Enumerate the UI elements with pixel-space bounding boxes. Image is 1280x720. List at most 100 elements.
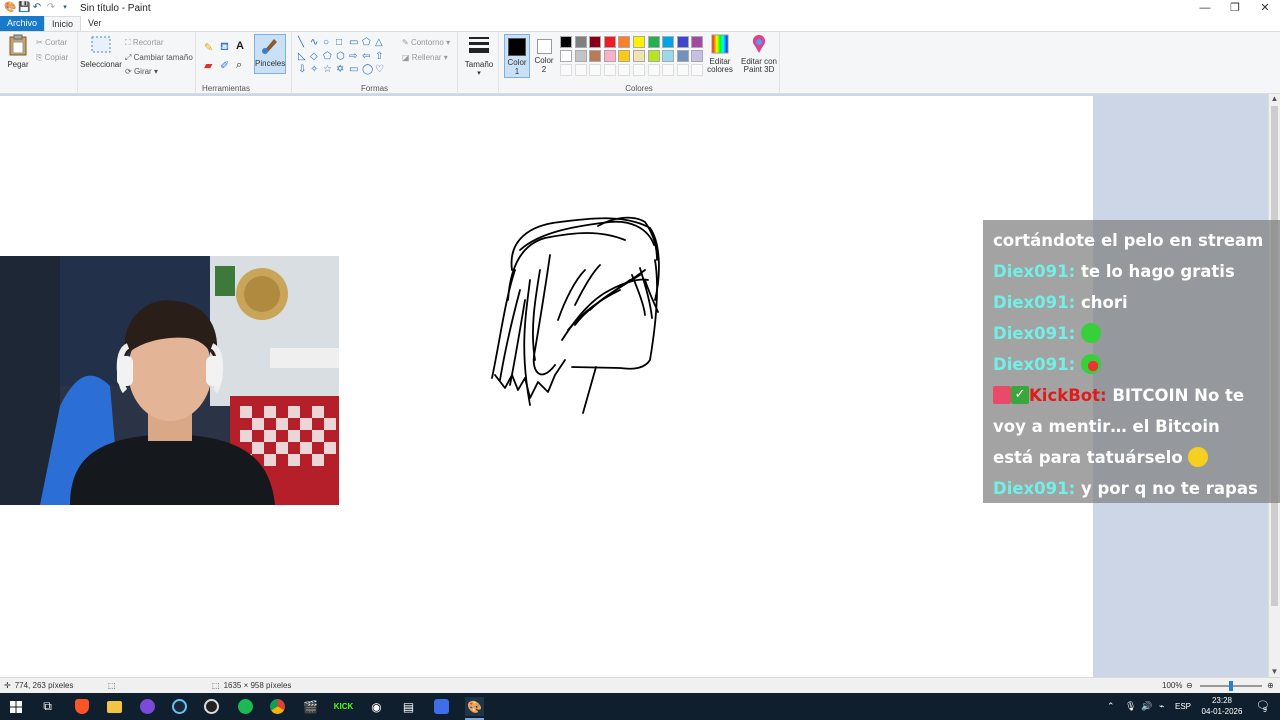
undo-icon[interactable]: ↶ [32, 3, 42, 13]
oval-shape-icon[interactable]: ○ [323, 38, 329, 48]
chevron-up-icon[interactable]: ⌃ [1107, 701, 1115, 712]
empty-palette-swatch[interactable] [676, 64, 689, 76]
redo-icon[interactable]: ↷ [46, 3, 56, 13]
clock-time[interactable]: 23:28 [1200, 696, 1244, 705]
save-icon[interactable]: 💾 [18, 3, 30, 13]
steam-icon[interactable] [170, 697, 189, 716]
right-triangle-shape-icon[interactable]: ◺ [298, 52, 306, 62]
close-button[interactable]: ✕ [1250, 0, 1280, 16]
streaming-app-icon[interactable] [138, 697, 157, 716]
palette-swatch[interactable] [662, 50, 675, 62]
app-icon[interactable]: 🎬 [301, 697, 320, 716]
palette-swatch[interactable] [603, 36, 616, 48]
resize-button[interactable]: ⤢ Cambiar tamaño [125, 53, 193, 63]
fill-bucket-icon[interactable]: ⛾ [220, 41, 229, 55]
spotify-icon[interactable] [236, 697, 255, 716]
chrome-icon[interactable] [268, 697, 287, 716]
empty-palette-swatch[interactable] [574, 64, 587, 76]
empty-palette-swatch[interactable] [603, 64, 616, 76]
diamond-shape-icon[interactable]: ◇ [310, 52, 318, 62]
palette-swatch[interactable] [574, 36, 587, 48]
text-tool-icon[interactable]: A [236, 40, 244, 52]
rectangle-shape-icon[interactable]: □ [336, 38, 342, 48]
clock-date[interactable]: 04-01-2026 [1200, 707, 1244, 716]
triangle-shape-icon[interactable]: △ [375, 38, 383, 48]
zoom-in-button[interactable]: ⊕ [1267, 681, 1274, 690]
copy-button[interactable]: ⎘ Copiar [36, 53, 68, 63]
palette-swatch[interactable] [560, 50, 572, 62]
palette-swatch[interactable] [647, 50, 660, 62]
empty-palette-swatch[interactable] [691, 64, 704, 76]
brushes-button[interactable]: Pinceles [254, 34, 286, 74]
app-icon[interactable]: ◉ [367, 697, 386, 716]
eraser-icon[interactable]: ▰ [204, 59, 212, 72]
palette-swatch[interactable] [691, 36, 704, 48]
file-explorer-icon[interactable] [105, 697, 124, 716]
color2-button[interactable]: Color 2 [533, 34, 555, 74]
down-arrow-shape-icon[interactable]: ⇩ [298, 65, 306, 75]
empty-palette-swatch[interactable] [589, 64, 602, 76]
up-arrow-shape-icon[interactable]: ⇧ [375, 52, 383, 62]
callout-oval-shape-icon[interactable]: ◯ [362, 65, 373, 75]
paint-taskbar-icon[interactable]: 🎨 [465, 697, 484, 716]
six-star-shape-icon[interactable]: ✡ [336, 65, 344, 75]
palette-swatch[interactable] [589, 36, 602, 48]
color-picker-icon[interactable]: ✐ [220, 59, 229, 72]
palette-swatch[interactable] [633, 50, 645, 62]
palette-swatch[interactable] [618, 50, 631, 62]
microphone-icon[interactable]: 🎙 [1125, 701, 1136, 712]
scroll-up-icon[interactable]: ▲ [1269, 94, 1280, 104]
outline-button[interactable]: ✎ Contorno ▾ [402, 38, 450, 47]
pentagon-shape-icon[interactable]: ⬠ [323, 52, 332, 62]
palette-swatch[interactable] [560, 36, 572, 48]
palette-swatch[interactable] [676, 36, 689, 48]
curve-shape-icon[interactable]: ∿ [310, 38, 318, 48]
empty-palette-swatch[interactable] [647, 64, 660, 76]
paint3d-button[interactable]: Editar con Paint 3D [739, 34, 779, 74]
palette-swatch[interactable] [618, 36, 631, 48]
task-view-icon[interactable]: ⧉ [38, 697, 57, 716]
cut-button[interactable]: ✂ Cortar [36, 38, 67, 47]
scroll-down-icon[interactable]: ▼ [1269, 667, 1280, 677]
empty-palette-swatch[interactable] [633, 64, 645, 76]
minimize-button[interactable]: — [1190, 0, 1220, 16]
palette-swatch[interactable] [603, 50, 616, 62]
size-button[interactable]: Tamaño ▾ [462, 34, 496, 77]
rounded-rectangle-shape-icon[interactable]: ▭ [349, 38, 358, 48]
palette-swatch[interactable] [633, 36, 645, 48]
line-shape-icon[interactable]: ╲ [298, 38, 304, 48]
hexagon-shape-icon[interactable]: ⬡ [336, 52, 345, 62]
brave-browser-icon[interactable] [72, 697, 91, 716]
left-arrow-shape-icon[interactable]: ⇦ [362, 52, 370, 62]
palette-swatch[interactable] [574, 50, 587, 62]
polygon-shape-icon[interactable]: ⬠ [362, 38, 371, 48]
heart-shape-icon[interactable]: ♡ [375, 65, 384, 75]
zoom-slider-thumb[interactable] [1229, 681, 1233, 691]
obs-icon[interactable] [202, 697, 221, 716]
start-button[interactable] [6, 697, 25, 716]
network-icon[interactable]: ⌁ [1159, 701, 1164, 712]
tab-archivo[interactable]: Archivo [0, 16, 45, 31]
magnifier-icon[interactable]: ⌕ [236, 59, 242, 72]
palette-swatch[interactable] [662, 36, 675, 48]
right-arrow-shape-icon[interactable]: ⇨ [349, 52, 357, 62]
volume-icon[interactable]: 🔊 [1141, 701, 1152, 712]
app-icon[interactable] [432, 697, 451, 716]
empty-palette-swatch[interactable] [618, 64, 631, 76]
chevron-down-icon[interactable]: ▾ [60, 3, 70, 13]
tab-inicio[interactable]: Inicio [44, 16, 82, 31]
language-indicator[interactable]: ESP [1175, 702, 1191, 711]
app-icon[interactable]: ▤ [399, 697, 418, 716]
pencil-icon[interactable]: ✎ [204, 41, 213, 54]
kick-app-icon[interactable]: KICK [334, 697, 354, 716]
four-star-shape-icon[interactable]: ✧ [310, 65, 318, 75]
five-star-shape-icon[interactable]: ☆ [323, 65, 332, 75]
palette-swatch[interactable] [647, 36, 660, 48]
fill-button[interactable]: ◪ Rellenar ▾ [402, 53, 448, 62]
callout-rect-shape-icon[interactable]: ▭ [349, 65, 358, 75]
paste-button[interactable]: Pegar [4, 34, 32, 69]
crop-button[interactable]: ⛶ Recortar [125, 38, 164, 48]
rotate-button[interactable]: ⟳ Girar ▾ [125, 67, 158, 76]
select-button[interactable]: Seleccionar [80, 34, 122, 69]
color1-button[interactable]: Color 1 [504, 34, 530, 78]
